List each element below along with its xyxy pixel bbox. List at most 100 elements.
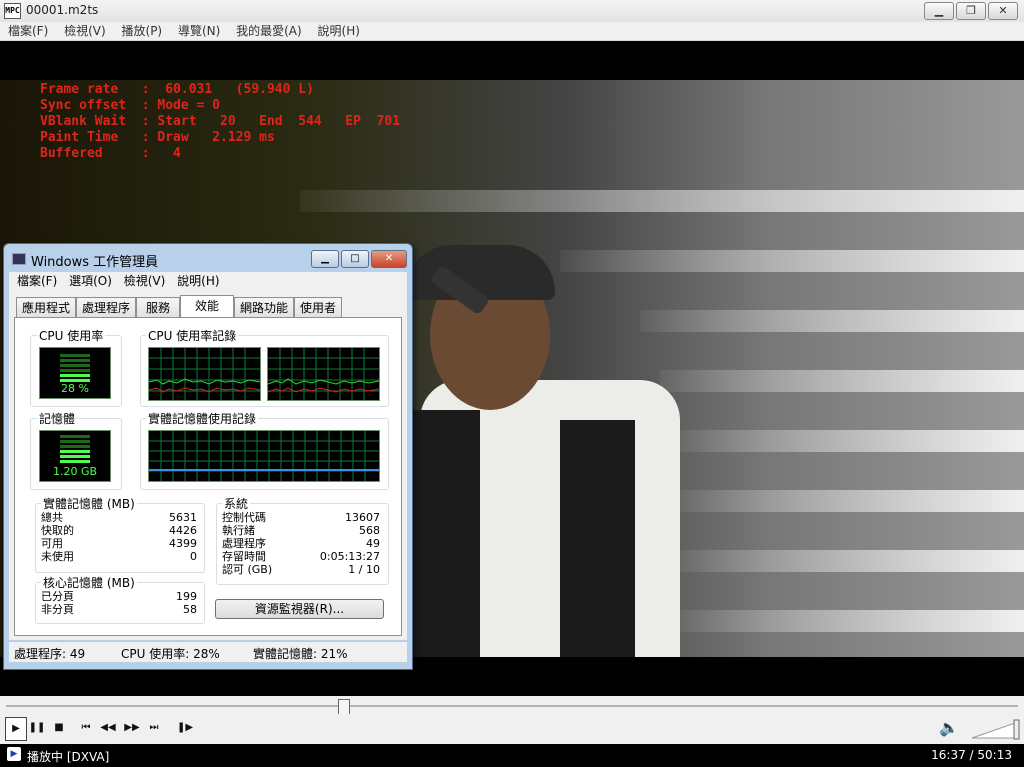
status-icon: ▶: [7, 747, 21, 761]
stat-total: 總共 5631: [41, 511, 197, 524]
performer-vest-left: [410, 410, 480, 657]
physical-memory-header: 實體記憶體 (MB): [41, 495, 137, 512]
osd-paint-time: Paint Time : Draw 2.129 ms: [40, 130, 275, 145]
volume-icon[interactable]: 🔈: [939, 717, 959, 739]
volume-slider[interactable]: [970, 718, 1020, 740]
task-manager-icon: [12, 253, 26, 265]
memory-value: 1.20 GB: [52, 465, 98, 478]
menu-navigate[interactable]: 導覽(N): [174, 22, 224, 40]
tab-networking[interactable]: 網路功能: [234, 297, 294, 318]
stat-free: 未使用 0: [41, 550, 197, 563]
tm-menu-view[interactable]: 檢視(V): [124, 272, 166, 290]
stat-label: 控制代碼: [222, 511, 266, 524]
stat-processes: 處理程序 49: [222, 537, 380, 550]
cpu-history-label: CPU 使用率記錄: [146, 327, 239, 344]
stat-value: 568: [359, 524, 380, 537]
osd-vblank-wait: VBlank Wait : Start 20 End 544 EP 701: [40, 114, 401, 129]
cpu-history-graph-core1: [267, 347, 380, 401]
osd-sync-offset: Sync offset : Mode = 0: [40, 98, 221, 113]
cpu-history-graph-core0: [148, 347, 261, 401]
player-title-bar[interactable]: MPC 00001.m2ts ▁ ❐ ✕: [0, 0, 1024, 22]
kernel-memory-header: 核心記憶體 (MB): [41, 574, 137, 591]
stat-paged: 已分頁 199: [41, 590, 197, 603]
tm-close-button[interactable]: ✕: [371, 250, 407, 268]
memory-history-svg: [149, 431, 379, 481]
stat-value: 4426: [169, 524, 197, 537]
playback-time: 16:37 / 50:13: [931, 748, 1012, 762]
cpu-usage-meter: 28 %: [39, 347, 111, 399]
tm-menu-help[interactable]: 說明(H): [177, 272, 219, 290]
tab-processes[interactable]: 處理程序: [76, 297, 136, 318]
stat-label: 總共: [41, 511, 63, 524]
menu-view[interactable]: 檢視(V): [60, 22, 110, 40]
stat-value: 4399: [169, 537, 197, 550]
seek-thumb[interactable]: [338, 699, 350, 715]
menu-file[interactable]: 檔案(F): [4, 22, 52, 40]
stat-threads: 執行緒 568: [222, 524, 380, 537]
task-manager-window: Windows 工作管理員 ▁ □ ✕ 檔案(F) 選項(O) 檢視(V) 說明…: [3, 243, 413, 670]
tm-menu-options[interactable]: 選項(O): [69, 272, 112, 290]
stop-button[interactable]: ■: [49, 717, 69, 739]
stat-label: 非分頁: [41, 603, 74, 616]
app-icon: MPC: [4, 3, 21, 19]
menu-help[interactable]: 說明(H): [314, 22, 364, 40]
osd-buffered: Buffered : 4: [40, 146, 181, 161]
stat-label: 處理程序: [222, 537, 266, 550]
stat-value: 0: [190, 550, 197, 563]
fast-forward-button[interactable]: ▶▶: [122, 717, 142, 739]
tab-performance[interactable]: 效能: [180, 295, 234, 319]
cpu-usage-value: 28 %: [61, 382, 89, 395]
menu-favorites[interactable]: 我的最愛(A): [232, 22, 306, 40]
tm-minimize-button[interactable]: ▁: [311, 250, 339, 268]
status-memory: 實體記憶體: 21%: [253, 647, 348, 661]
task-manager-title-bar[interactable]: Windows 工作管理員 ▁ □ ✕: [4, 244, 412, 270]
osd-frame-rate: Frame rate : 60.031 (59.940 L): [40, 82, 314, 97]
seek-bar[interactable]: [6, 705, 1018, 707]
stat-uptime: 存留時間 0:05:13:27: [222, 550, 380, 563]
play-button[interactable]: ▶: [5, 717, 27, 741]
tm-menu-file[interactable]: 檔案(F): [17, 272, 57, 290]
stat-label: 可用: [41, 537, 63, 550]
previous-button[interactable]: ⏮: [76, 717, 96, 739]
stats-overlay: Frame rate : 60.031 (59.940 L) Sync offse…: [40, 82, 400, 162]
window-title: 00001.m2ts: [26, 3, 99, 17]
tm-maximize-button[interactable]: □: [341, 250, 369, 268]
menu-play[interactable]: 播放(P): [118, 22, 167, 40]
close-button[interactable]: ✕: [988, 2, 1018, 20]
tab-users[interactable]: 使用者: [294, 297, 342, 318]
stat-label: 執行緒: [222, 524, 255, 537]
stat-value: 58: [183, 603, 197, 616]
stat-label: 未使用: [41, 550, 74, 563]
resource-monitor-button[interactable]: 資源監視器(R)...: [215, 599, 384, 619]
player-menu-bar: 檔案(F) 檢視(V) 播放(P) 導覽(N) 我的最愛(A) 說明(H): [0, 22, 1024, 41]
stat-value: 49: [366, 537, 380, 550]
cpu-history-svg-1: [268, 348, 379, 400]
stat-label: 快取的: [41, 524, 74, 537]
frame-step-button[interactable]: ❚▶: [175, 717, 195, 739]
pause-button[interactable]: ❚❚: [27, 717, 47, 739]
stat-cached: 快取的 4426: [41, 524, 197, 537]
rewind-button[interactable]: ◀◀: [98, 717, 118, 739]
stat-value: 13607: [345, 511, 380, 524]
stat-available: 可用 4399: [41, 537, 197, 550]
stat-commit: 認可 (GB) 1 / 10: [222, 563, 380, 576]
task-manager-status-bar: 處理程序: 49 CPU 使用率: 28% 實體記憶體: 21%: [9, 641, 407, 662]
stat-handles: 控制代碼 13607: [222, 511, 380, 524]
minimize-button[interactable]: ▁: [924, 2, 954, 20]
restore-button[interactable]: ❐: [956, 2, 986, 20]
next-button[interactable]: ⏭: [144, 717, 164, 739]
cpu-usage-label: CPU 使用率: [37, 327, 106, 344]
tab-services[interactable]: 服務: [136, 297, 180, 318]
status-bar: [0, 744, 1024, 767]
stat-value: 0:05:13:27: [319, 550, 380, 563]
status-cpu: CPU 使用率: 28%: [121, 647, 220, 661]
performer-vest-right: [560, 420, 635, 657]
stat-value: 5631: [169, 511, 197, 524]
stat-value: 199: [176, 590, 197, 603]
playback-status: 播放中 [DXVA]: [27, 750, 110, 764]
stat-label: 認可 (GB): [222, 563, 273, 576]
tab-applications[interactable]: 應用程式: [16, 297, 76, 318]
task-manager-menu: 檔案(F) 選項(O) 檢視(V) 說明(H): [9, 272, 407, 290]
memory-history-label: 實體記憶體使用記錄: [146, 410, 259, 427]
memory-history-graph: [148, 430, 380, 482]
